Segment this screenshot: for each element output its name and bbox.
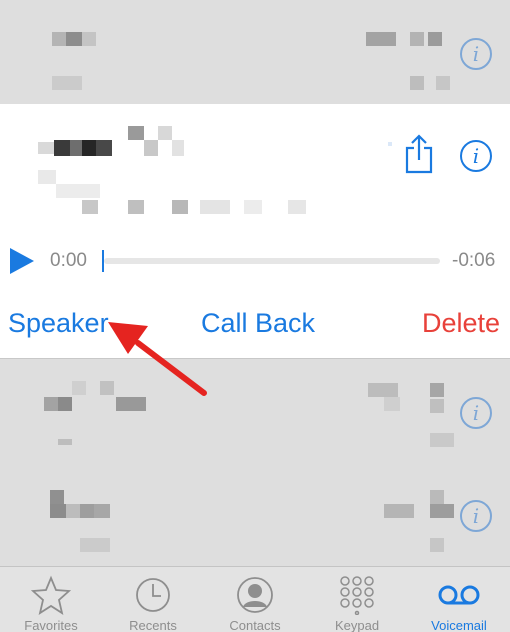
tab-contacts[interactable]: Contacts [204,567,306,632]
redacted-pixels [430,399,444,413]
redacted-pixels [58,439,72,445]
redacted-pixels [430,490,444,504]
redacted-pixels [388,142,392,146]
redacted-pixels [80,504,94,518]
contacts-icon [237,577,273,613]
redacted-pixels [436,76,450,90]
redacted-pixels [100,381,114,395]
tab-recents[interactable]: Recents [102,567,204,632]
redacted-pixels [52,76,82,90]
call-back-button[interactable]: Call Back [201,306,315,340]
tab-voicemail[interactable]: Voicemail [408,567,510,632]
share-icon[interactable] [404,134,434,174]
tab-keypad[interactable]: Keypad [306,567,408,632]
voicemail-screen: i i 0:00 -0:06 Speaker Call Back Delete … [0,0,510,632]
clock-icon [136,578,170,612]
redacted-pixels [430,433,454,447]
delete-button[interactable]: Delete [422,306,500,340]
redacted-pixels [50,504,66,518]
redacted-pixels [430,538,444,552]
tab-label: Keypad [334,618,380,632]
redacted-pixels [244,200,262,214]
redacted-pixels [410,32,424,46]
redacted-pixels [38,142,54,154]
redacted-pixels [52,32,66,46]
redacted-pixels [44,397,58,411]
redacted-pixels [82,140,96,156]
voicemail-row[interactable]: i [0,358,510,465]
voicemail-row[interactable]: i [0,464,510,566]
voicemail-icon [438,585,480,605]
tab-label: Contacts [229,618,281,632]
star-icon [31,575,71,615]
playback-scrubber[interactable] [104,258,440,264]
redacted-pixels [200,200,230,214]
info-icon[interactable]: i [460,500,492,532]
tab-bar: Favorites Recents Contacts Keypad Voicem… [0,566,510,632]
redacted-pixels [172,200,188,214]
remaining-time: -0:06 [452,250,496,271]
redacted-pixels [80,538,110,552]
redacted-pixels [384,504,414,518]
redacted-pixels [128,126,144,140]
redacted-pixels [368,383,398,397]
redacted-pixels [428,32,442,46]
tab-label: Favorites [24,618,78,632]
redacted-pixels [58,397,72,411]
redacted-pixels [366,32,396,46]
tab-label: Voicemail [431,618,487,632]
redacted-pixels [430,383,444,397]
tab-favorites[interactable]: Favorites [0,567,102,632]
redacted-pixels [288,200,306,214]
redacted-pixels [144,140,158,156]
redacted-pixels [70,140,82,156]
redacted-pixels [82,32,96,46]
keypad-icon [340,576,374,615]
play-icon[interactable] [10,248,34,274]
redacted-pixels [116,397,146,411]
redacted-pixels [430,504,454,518]
speaker-button[interactable]: Speaker [8,306,109,340]
current-time: 0:00 [50,250,87,271]
info-icon[interactable]: i [460,397,492,429]
redacted-pixels [72,381,86,395]
redacted-pixels [158,126,172,140]
redacted-pixels [38,170,56,184]
info-icon[interactable]: i [460,38,492,70]
redacted-pixels [94,504,110,518]
redacted-pixels [128,200,144,214]
redacted-pixels [172,140,184,156]
redacted-pixels [54,140,70,156]
redacted-pixels [56,184,100,198]
redacted-pixels [410,76,424,90]
voicemail-row[interactable]: i [0,0,510,104]
redacted-pixels [96,140,112,156]
redacted-pixels [82,200,98,214]
redacted-pixels [384,397,400,411]
redacted-pixels [66,504,80,518]
scrubber-handle[interactable] [102,250,104,272]
tab-label: Recents [129,618,177,632]
redacted-pixels [50,490,64,504]
redacted-pixels [66,32,82,46]
info-icon[interactable]: i [460,140,492,172]
